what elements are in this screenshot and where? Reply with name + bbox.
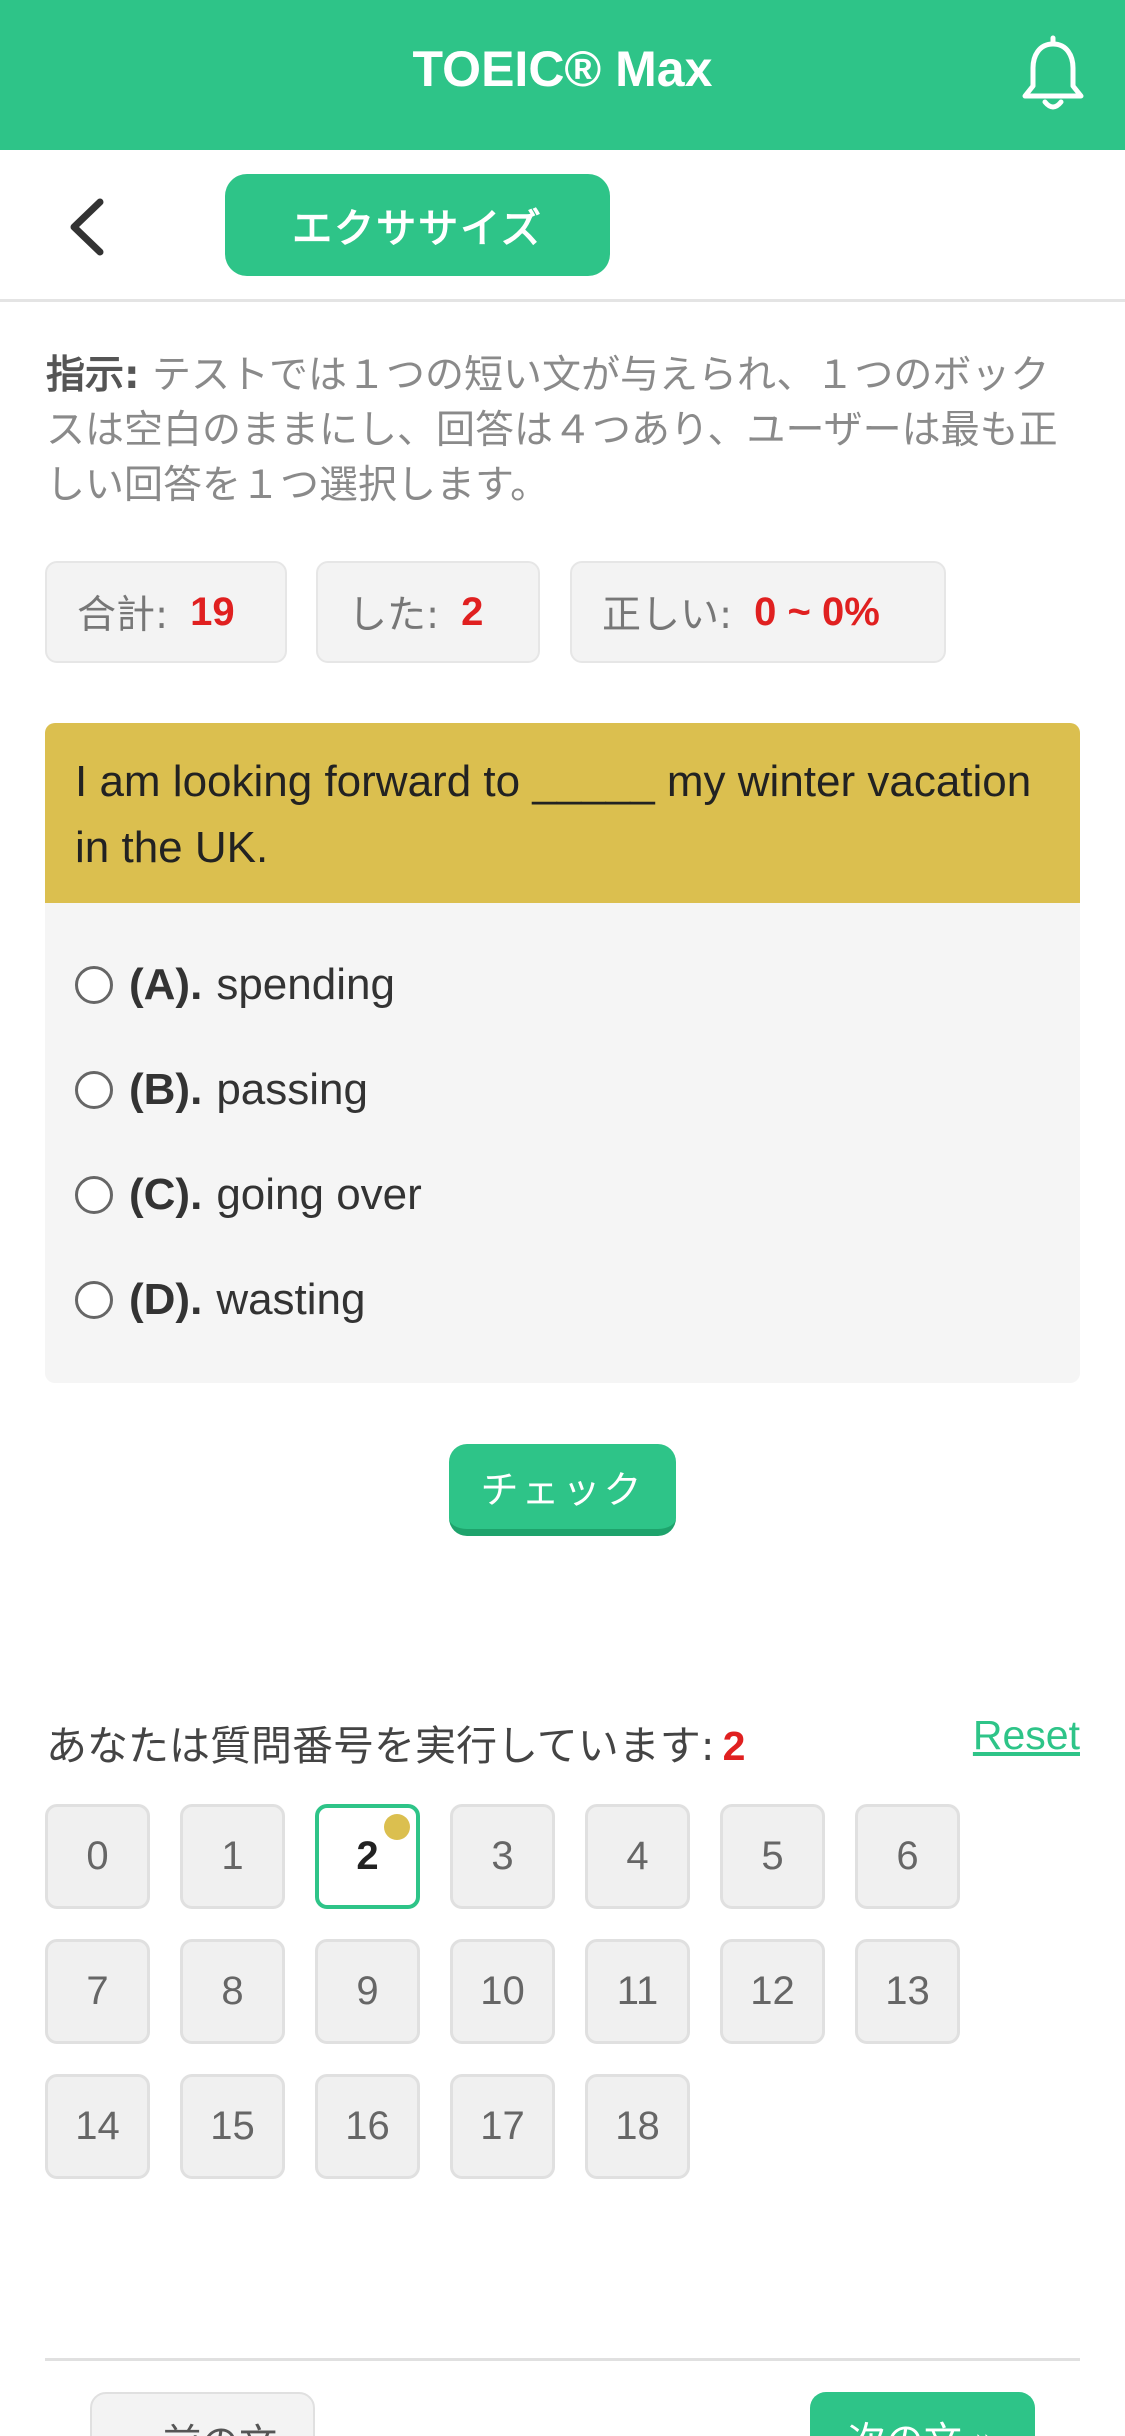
progress-text: あなたは質問番号を実行しています: bbox=[46, 1722, 715, 1770]
option-a[interactable]: (A). spending bbox=[75, 955, 395, 1015]
reset-link[interactable]: Reset bbox=[973, 1712, 1080, 1759]
question-number-button-current[interactable]: 2 bbox=[315, 1804, 420, 1909]
radio-button[interactable] bbox=[75, 1281, 113, 1319]
question-number-label: 2 bbox=[356, 1834, 379, 1878]
question-number-button[interactable]: 10 bbox=[450, 1939, 555, 2044]
chevron-left-icon[interactable] bbox=[60, 192, 120, 262]
instruction-body: テストでは１つの短い文が与えられ、１つのボックスは空白のままにし、回答は４つあり… bbox=[46, 353, 1058, 508]
app-title: TOEIC® Max bbox=[412, 41, 713, 97]
question-number-button[interactable]: 4 bbox=[585, 1804, 690, 1909]
question-number-button[interactable]: 11 bbox=[585, 1939, 690, 2044]
question-card: I am looking forward to _____ my winter … bbox=[45, 723, 1080, 1383]
option-d[interactable]: (D). wasting bbox=[75, 1270, 366, 1330]
divider bbox=[45, 2358, 1080, 2361]
question-number-button[interactable]: 15 bbox=[180, 2074, 285, 2179]
question-number-button[interactable]: 16 bbox=[315, 2074, 420, 2179]
stat-correct-label: 正しい: bbox=[602, 593, 733, 638]
question-number-button[interactable]: 18 bbox=[585, 2074, 690, 2179]
option-label: (A). bbox=[129, 960, 203, 1009]
stat-correct: 正しい: 0 ~ 0% bbox=[570, 561, 946, 663]
option-text: going over bbox=[216, 1170, 422, 1219]
stat-done-value: 2 bbox=[461, 589, 484, 634]
progress-label: あなたは質問番号を実行しています: 2 bbox=[46, 1712, 745, 1772]
question-text: I am looking forward to _____ my winter … bbox=[45, 723, 1080, 903]
app-header: TOEIC® Max bbox=[0, 0, 1125, 150]
question-number-button[interactable]: 6 bbox=[855, 1804, 960, 1909]
question-number-button[interactable]: 1 bbox=[180, 1804, 285, 1909]
instruction-label: 指示: bbox=[46, 353, 140, 398]
option-text: spending bbox=[216, 960, 395, 1009]
question-number-button[interactable]: 0 bbox=[45, 1804, 150, 1909]
radio-button[interactable] bbox=[75, 1176, 113, 1214]
next-sentence-button[interactable]: 次の文 » bbox=[810, 2392, 1035, 2436]
question-number-button[interactable]: 9 bbox=[315, 1939, 420, 2044]
stat-done-label: した: bbox=[348, 593, 440, 638]
option-label: (D). bbox=[129, 1275, 203, 1324]
question-number-button[interactable]: 12 bbox=[720, 1939, 825, 2044]
option-label: (B). bbox=[129, 1065, 203, 1114]
question-number-button[interactable]: 17 bbox=[450, 2074, 555, 2179]
option-text: passing bbox=[216, 1065, 368, 1114]
check-button[interactable]: チェック bbox=[449, 1444, 676, 1536]
option-b[interactable]: (B). passing bbox=[75, 1060, 368, 1120]
radio-button[interactable] bbox=[75, 1071, 113, 1109]
instruction-text: 指示: テストでは１つの短い文が与えられ、１つのボックスは空白のままにし、回答は… bbox=[46, 348, 1076, 513]
progress-current-number: 2 bbox=[722, 1723, 746, 1769]
radio-button[interactable] bbox=[75, 966, 113, 1004]
question-number-button[interactable]: 7 bbox=[45, 1939, 150, 2044]
question-number-button[interactable]: 13 bbox=[855, 1939, 960, 2044]
option-c[interactable]: (C). going over bbox=[75, 1165, 422, 1225]
question-number-button[interactable]: 14 bbox=[45, 2074, 150, 2179]
question-number-button[interactable]: 8 bbox=[180, 1939, 285, 2044]
bell-icon[interactable] bbox=[1011, 34, 1095, 118]
current-indicator-dot bbox=[384, 1814, 410, 1840]
stat-done: した: 2 bbox=[316, 561, 540, 663]
stat-total-label: 合計: bbox=[77, 593, 169, 638]
sub-navigation: エクササイズ bbox=[0, 150, 1125, 302]
stat-total-value: 19 bbox=[190, 589, 235, 634]
stat-total: 合計: 19 bbox=[45, 561, 287, 663]
option-text: wasting bbox=[216, 1275, 366, 1324]
previous-sentence-button[interactable]: « 前の文 bbox=[90, 2392, 315, 2436]
question-number-button[interactable]: 5 bbox=[720, 1804, 825, 1909]
question-number-button[interactable]: 3 bbox=[450, 1804, 555, 1909]
stat-correct-value: 0 ~ 0% bbox=[754, 589, 880, 634]
option-label: (C). bbox=[129, 1170, 203, 1219]
tab-exercise[interactable]: エクササイズ bbox=[225, 174, 610, 276]
